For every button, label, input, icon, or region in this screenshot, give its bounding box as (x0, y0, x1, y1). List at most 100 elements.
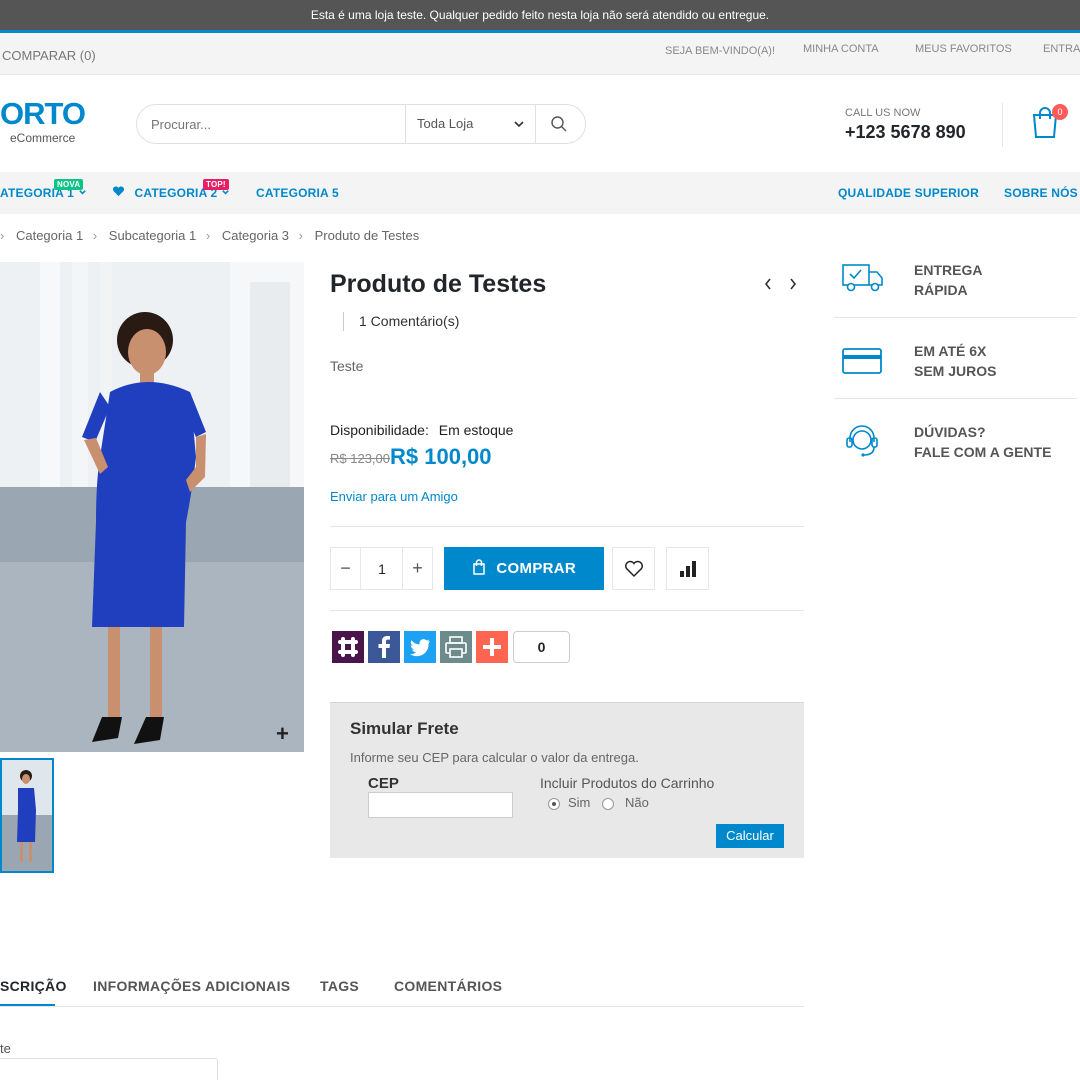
include-no-label: Não (625, 795, 649, 810)
shipping-description: Informe seu CEP para calcular o valor da… (350, 750, 639, 765)
search-input[interactable] (151, 114, 401, 134)
feature-installments: EM ATÉ 6X SEM JUROS (834, 341, 1077, 391)
feature-text: ENTREGA RÁPIDA (914, 262, 983, 298)
send-to-friend-link[interactable]: Enviar para um Amigo (330, 489, 458, 504)
breadcrumb-separator: › (0, 228, 5, 243)
test-store-notice: Esta é uma loja teste. Qualquer pedido f… (0, 0, 1080, 33)
breadcrumb-current: Produto de Testes (314, 228, 420, 243)
search-icon[interactable] (550, 115, 568, 138)
buy-button-label: COMPRAR (496, 560, 577, 577)
short-description: Teste (330, 358, 364, 374)
my-favorites-link[interactable]: MEUS FAVORITOS (915, 43, 1012, 55)
my-account-link[interactable]: MINHA CONTA (803, 43, 879, 55)
product-tabs: SCRIÇÃO INFORMAÇÕES ADICIONAIS TAGS COME… (0, 975, 804, 1007)
nav-item-about[interactable]: SOBRE NÓS (1004, 186, 1078, 200)
availability: Disponibilidade: Em estoque (330, 422, 513, 438)
feature-text: DÚVIDAS? FALE COM A GENTE (914, 424, 1052, 460)
breadcrumb-separator: › (92, 228, 98, 243)
feature-text: EM ATÉ 6X SEM JUROS (914, 343, 997, 379)
quantity-decrease-button[interactable]: − (331, 548, 361, 589)
add-to-compare-button[interactable] (666, 547, 709, 590)
search-bar: Toda Loja (136, 104, 586, 144)
logo-subtext: eCommerce (10, 131, 76, 145)
reviews-link[interactable]: 1 Comentário(s) (359, 313, 459, 329)
breadcrumb-separator: › (298, 228, 304, 243)
divider (330, 610, 804, 611)
tab-additional-info[interactable]: INFORMAÇÕES ADICIONAIS (93, 978, 290, 994)
feature-divider (834, 398, 1077, 399)
bar-chart-icon (679, 561, 696, 577)
facebook-share-icon[interactable] (368, 631, 400, 663)
chevron-right-icon[interactable] (788, 277, 798, 294)
cep-input[interactable] (368, 792, 513, 818)
logo[interactable]: ORTO eCommerce (0, 96, 86, 146)
search-scope-select[interactable]: Toda Loja (417, 116, 473, 131)
header-divider (1002, 103, 1003, 147)
breadcrumb-item[interactable]: Categoria 3 (222, 228, 289, 243)
availability-label: Disponibilidade: (330, 422, 429, 438)
twitter-share-icon[interactable] (404, 631, 436, 663)
old-price: R$ 123,00 (330, 451, 390, 466)
top-bar: COMPARAR (0) SEJA BEM-VINDO(A)! MINHA CO… (0, 33, 1080, 75)
more-share-icon[interactable] (476, 631, 508, 663)
calculate-button[interactable]: Calcular (716, 824, 784, 848)
product-thumbnail[interactable] (0, 758, 54, 873)
quantity-stepper: − + (330, 547, 433, 590)
call-label: CALL US NOW (845, 107, 921, 119)
include-yes-label: Sim (568, 795, 591, 810)
slack-share-icon[interactable] (332, 631, 364, 663)
add-to-wishlist-button[interactable] (612, 547, 655, 590)
product-main-image[interactable] (0, 262, 304, 752)
quantity-input[interactable] (362, 548, 402, 589)
truck-icon (842, 262, 884, 299)
tab-content-text: te (0, 1041, 11, 1056)
breadcrumb-separator: › (205, 228, 211, 243)
tab-tags[interactable]: TAGS (320, 978, 359, 994)
print-icon[interactable] (440, 631, 472, 663)
heart-icon (624, 560, 643, 578)
top-tag: TOP! (203, 179, 229, 190)
chevron-down-icon[interactable] (513, 117, 525, 135)
nav-item-categoria-2[interactable]: TOP! CATEGORIA 2 (112, 179, 230, 200)
breadcrumb-item[interactable]: Subcategoria 1 (109, 228, 196, 243)
tab-description[interactable]: SCRIÇÃO (0, 978, 67, 994)
breadcrumb-item[interactable]: Categoria 1 (16, 228, 83, 243)
quantity-increase-button[interactable]: + (402, 548, 432, 589)
cep-label: CEP (368, 775, 399, 792)
divider (330, 526, 804, 527)
nav-item-categoria-5[interactable]: CATEGORIA 5 (256, 186, 339, 200)
login-link[interactable]: ENTRA (1043, 43, 1080, 55)
heart-icon (112, 186, 129, 200)
search-divider (405, 105, 406, 143)
search-divider (535, 105, 536, 143)
nav-item-categoria-1[interactable]: NOVA ATEGORIA 1 (0, 179, 87, 200)
include-cart-label: Incluir Produtos do Carrinho (540, 775, 715, 791)
main-nav: NOVA ATEGORIA 1 TOP! CATEGORIA 2 CATEGOR… (0, 172, 1080, 214)
chevron-left-icon[interactable] (763, 277, 773, 294)
new-tag: NOVA (54, 179, 84, 190)
shipping-simulator: Simular Frete Informe seu CEP para calcu… (330, 702, 804, 858)
logo-text: ORTO (0, 96, 86, 131)
feature-fast-delivery: ENTREGA RÁPIDA (834, 260, 1077, 310)
breadcrumb: › Categoria 1 › Subcategoria 1 › Categor… (0, 228, 425, 243)
feature-support: DÚVIDAS? FALE COM A GENTE (834, 422, 1077, 472)
include-yes-radio[interactable] (548, 798, 560, 810)
phone-number[interactable]: +123 5678 890 (845, 122, 966, 143)
availability-value: Em estoque (438, 422, 514, 438)
feature-divider (834, 317, 1077, 318)
nav-item-quality[interactable]: QUALIDADE SUPERIOR (838, 186, 979, 200)
product-title: Produto de Testes (330, 270, 547, 298)
header: ORTO eCommerce Toda Loja CALL US NOW +12… (0, 75, 1080, 172)
compare-link[interactable]: COMPARAR (0) (2, 48, 96, 63)
buy-button[interactable]: COMPRAR (444, 547, 604, 590)
tab-content-box (0, 1058, 218, 1080)
include-no-radio[interactable] (602, 798, 614, 810)
tab-reviews[interactable]: COMENTÁRIOS (394, 978, 502, 994)
shopping-bag-icon (473, 559, 485, 575)
credit-card-icon (842, 347, 884, 382)
shipping-title: Simular Frete (350, 719, 459, 738)
cart-count-badge: 0 (1052, 104, 1068, 120)
zoom-plus-icon[interactable]: + (276, 723, 289, 745)
share-count: 0 (513, 631, 570, 663)
current-price: R$ 100,00 (390, 444, 492, 469)
